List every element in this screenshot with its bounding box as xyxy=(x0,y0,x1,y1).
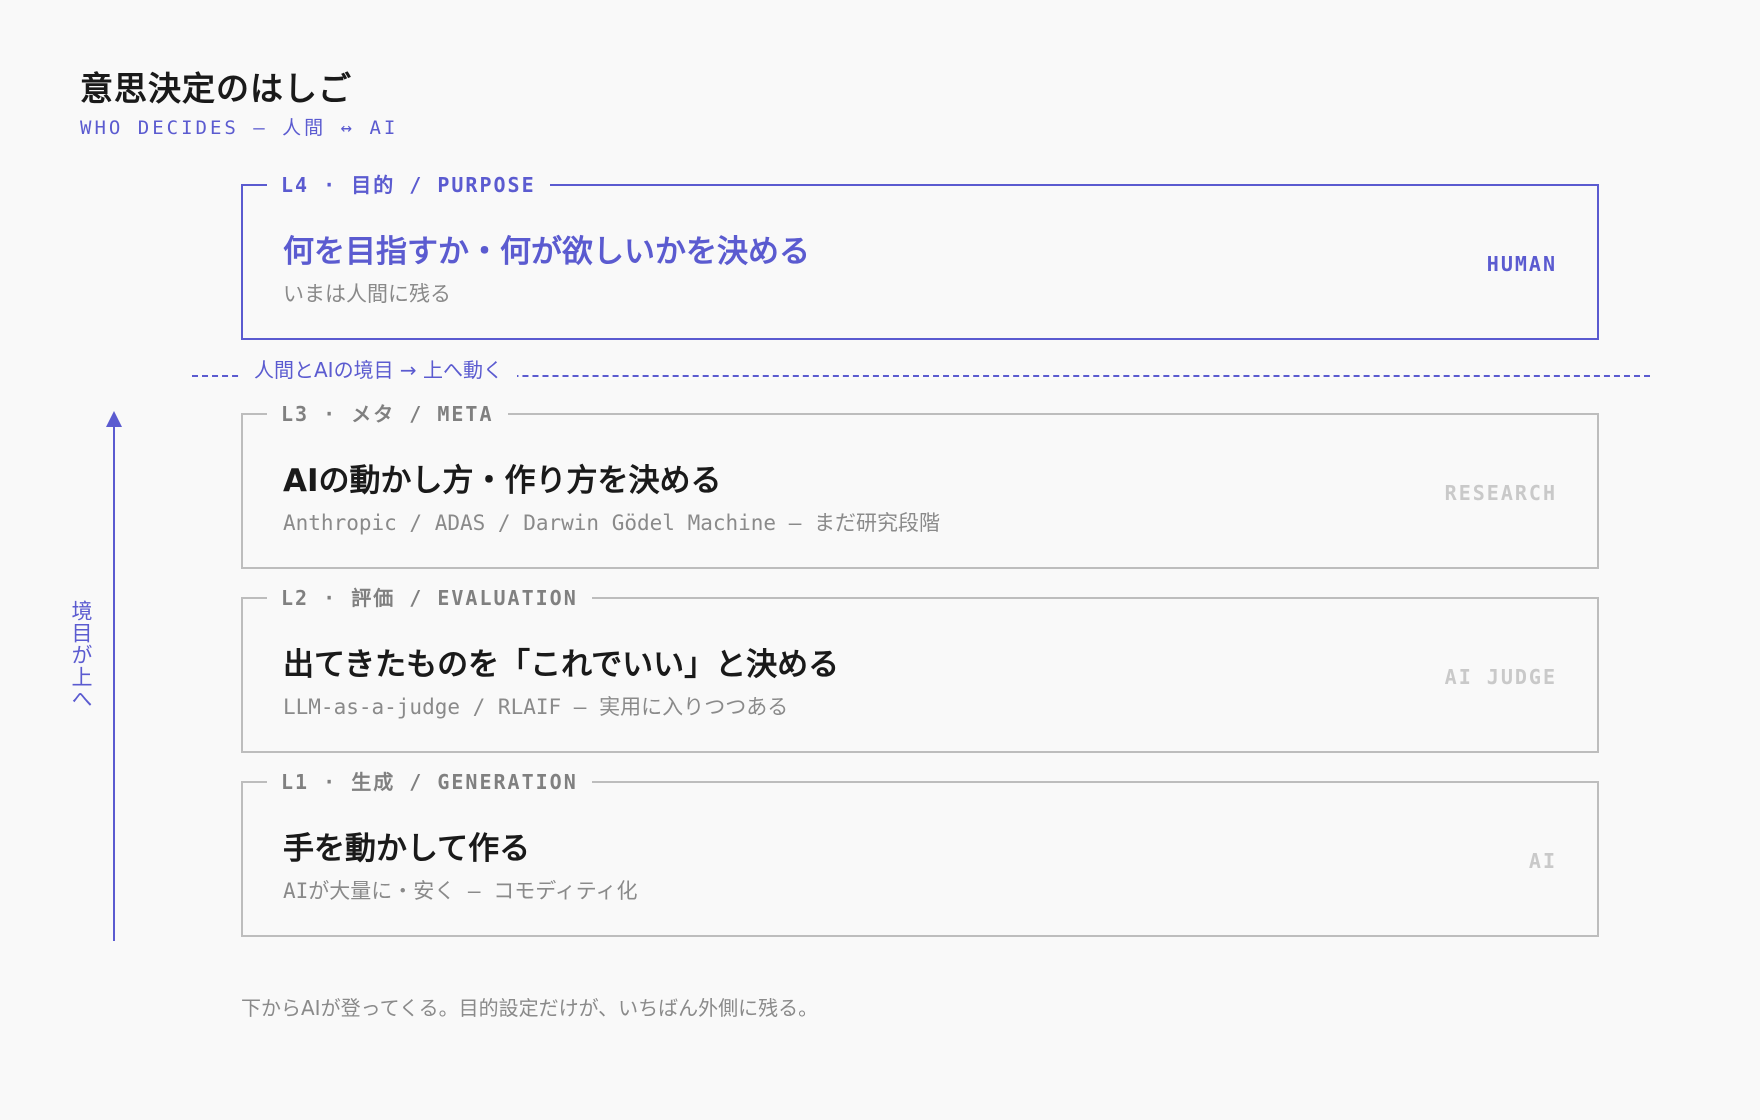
level-actor: AI xyxy=(1528,849,1557,873)
footnote: 下からAIが登ってくる。目的設定だけが、いちばん外側に残る。 xyxy=(241,996,819,1020)
level-heading: 何を目指すか・何が欲しいかを決める xyxy=(283,234,810,270)
level-actor: RESEARCH xyxy=(1444,481,1557,505)
level-description: AIが大量に・安く — コモディティ化 xyxy=(283,879,638,903)
level-tag: L1 · 生成 / GENERATION xyxy=(267,769,592,795)
level-tag: L4 · 目的 / PURPOSE xyxy=(267,172,550,198)
level-l3-meta: L3 · メタ / META AIの動かし方・作り方を決める Anthropic… xyxy=(241,401,1599,569)
level-heading: 出てきたものを「これでいい」と決める xyxy=(283,647,840,683)
level-l2-evaluation: L2 · 評価 / EVALUATION 出てきたものを「これでいい」と決める … xyxy=(241,585,1599,753)
level-heading: AIの動かし方・作り方を決める xyxy=(283,463,722,499)
level-l1-generation: L1 · 生成 / GENERATION 手を動かして作る AIが大量に・安く … xyxy=(241,769,1599,937)
page-title: 意思決定のはしご xyxy=(80,69,352,108)
page-subtitle: WHO DECIDES — 人間 ↔ AI xyxy=(80,117,399,139)
level-description: LLM-as-a-judge / RLAIF — 実用に入りつつある xyxy=(283,695,789,719)
boundary-label: 人間とAIの境目 → 上へ動く xyxy=(240,354,518,383)
level-actor: HUMAN xyxy=(1486,252,1557,276)
level-actor: AI JUDGE xyxy=(1444,665,1557,689)
level-description: Anthropic / ADAS / Darwin Gödel Machine … xyxy=(283,511,941,535)
level-description: いまは人間に残る xyxy=(283,282,451,306)
level-l4-purpose: L4 · 目的 / PURPOSE 何を目指すか・何が欲しいかを決める いまは人… xyxy=(241,172,1599,340)
side-axis-label: 境目が上へ xyxy=(69,600,93,710)
level-heading: 手を動かして作る xyxy=(283,831,531,867)
level-tag: L2 · 評価 / EVALUATION xyxy=(267,585,592,611)
arrow-up-icon xyxy=(106,411,122,941)
level-tag: L3 · メタ / META xyxy=(267,401,508,427)
